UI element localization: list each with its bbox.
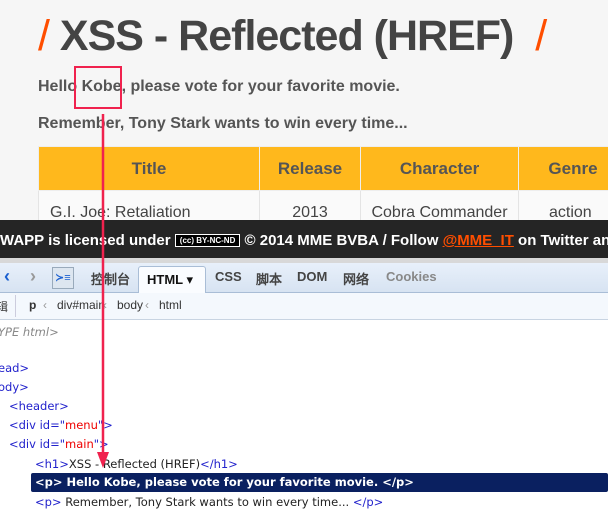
annotation-arrow bbox=[97, 114, 109, 468]
